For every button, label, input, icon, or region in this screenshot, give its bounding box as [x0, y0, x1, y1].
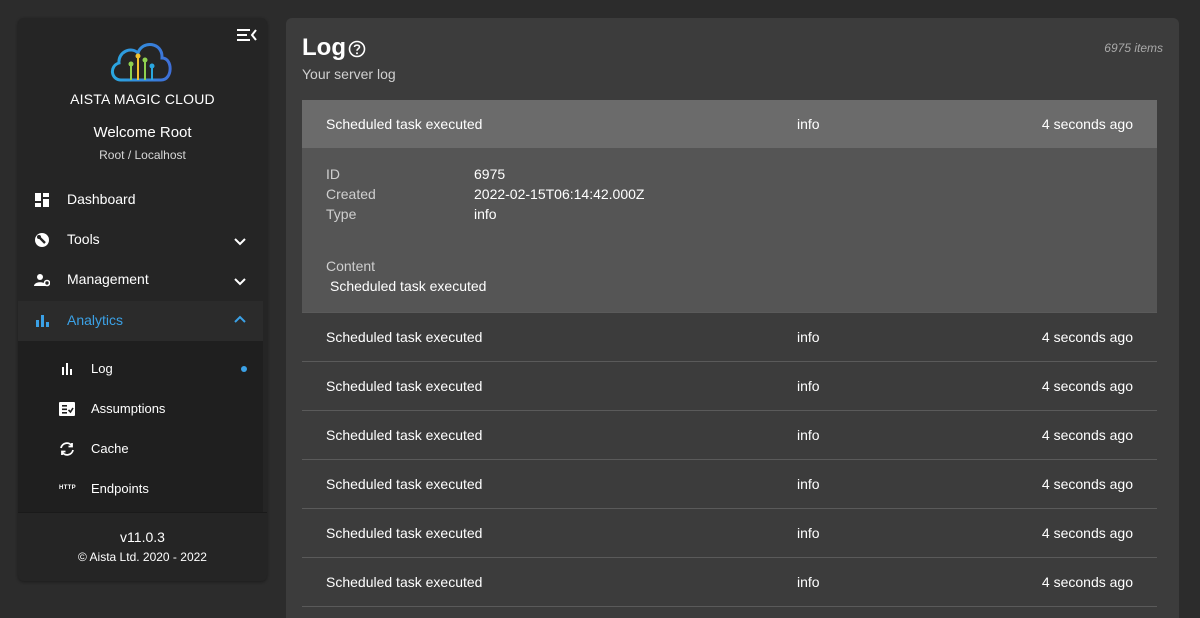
log-list: Scheduled task executed info 4 seconds a…: [302, 100, 1157, 618]
sidebar-item-label: Endpoints: [91, 481, 149, 496]
log-message: Scheduled task executed: [326, 427, 483, 443]
sidebar-item-management[interactable]: Management: [18, 260, 263, 300]
log-time: 4 seconds ago: [1041, 378, 1133, 394]
sidebar: AISTA MAGIC CLOUD Welcome Root Root / Lo…: [18, 18, 267, 581]
help-icon[interactable]: [348, 40, 366, 58]
item-count: 6975 items: [1104, 41, 1163, 55]
log-message: Scheduled task executed: [326, 525, 483, 541]
log-details: ID 6975 Created 2022-02-15T06:14:42.000Z…: [302, 148, 1157, 313]
tools-icon: [34, 232, 50, 248]
log-type: info: [797, 525, 820, 541]
user-context: Root / Localhost: [99, 148, 186, 162]
log-row-expanded[interactable]: Scheduled task executed info 4 seconds a…: [302, 100, 1157, 148]
sidebar-item-analytics[interactable]: Analytics: [18, 301, 263, 341]
dashboard-icon: [34, 192, 50, 208]
sidebar-item-label: Analytics: [67, 312, 124, 328]
table-row[interactable]: Scheduled task executed info 4 seconds a…: [302, 411, 1157, 460]
log-message: Scheduled task executed: [326, 476, 483, 492]
table-row[interactable]: Scheduled task executed info 4 seconds a…: [302, 313, 1157, 362]
id-value: 6975: [474, 166, 506, 182]
log-time: 4 seconds ago: [1041, 574, 1133, 590]
main-panel: Log Your server log 6975 items Scheduled…: [286, 18, 1179, 618]
log-icon: [59, 362, 75, 376]
sidebar-item-assumptions[interactable]: Assumptions: [18, 389, 263, 429]
chevron-down-icon: [233, 274, 247, 288]
id-label: ID: [326, 166, 340, 182]
log-time: 4 seconds ago: [1041, 427, 1133, 443]
log-message: Scheduled task executed: [326, 574, 483, 590]
content-value: Scheduled task executed: [330, 278, 487, 294]
brand-name: AISTA MAGIC CLOUD: [70, 91, 215, 107]
current-indicator-dot: [241, 366, 247, 372]
management-icon: [34, 272, 51, 288]
analytics-icon: [34, 313, 50, 329]
log-message: Scheduled task executed: [326, 378, 483, 394]
table-row[interactable]: Scheduled task executed info 4 seconds a…: [302, 509, 1157, 558]
sidebar-item-label: Tools: [67, 231, 100, 247]
http-icon: HTTP: [59, 485, 76, 491]
sidebar-item-cache[interactable]: Cache: [18, 429, 263, 469]
log-type: info: [797, 476, 820, 492]
page-subtitle: Your server log: [302, 66, 396, 82]
footer-divider: [18, 512, 267, 513]
log-time: 4 seconds ago: [1041, 329, 1133, 345]
sidebar-item-label: Log: [91, 361, 113, 376]
log-type: info: [797, 427, 820, 443]
table-row[interactable]: Scheduled task executed info 4 seconds a…: [302, 362, 1157, 411]
chevron-down-icon: [233, 234, 247, 248]
analytics-submenu: Log Assumptions Cache HTTP Endpoints: [18, 341, 263, 512]
version-text: v11.0.3: [120, 529, 165, 545]
log-time: 4 seconds ago: [1041, 525, 1133, 541]
sidebar-item-log[interactable]: Log: [18, 349, 263, 389]
created-label: Created: [326, 186, 376, 202]
log-type: info: [797, 116, 820, 132]
log-type: info: [797, 378, 820, 394]
table-row[interactable]: Scheduled task executed info 4 seconds a…: [302, 460, 1157, 509]
log-time: 4 seconds ago: [1041, 476, 1133, 492]
log-type: info: [797, 329, 820, 345]
chevron-up-icon: [233, 313, 247, 327]
welcome-text: Welcome Root: [93, 124, 192, 141]
sidebar-item-label: Cache: [91, 441, 129, 456]
log-message: Scheduled task executed: [326, 329, 483, 345]
type-value: info: [474, 206, 497, 222]
assumptions-icon: [59, 402, 75, 416]
copyright-text: © Aista Ltd. 2020 - 2022: [78, 550, 207, 564]
log-type: info: [797, 574, 820, 590]
content-label: Content: [326, 258, 376, 274]
sidebar-item-dashboard[interactable]: Dashboard: [18, 180, 263, 220]
log-time: 4 seconds ago: [1041, 116, 1133, 132]
type-label: Type: [326, 206, 357, 222]
created-value: 2022-02-15T06:14:42.000Z: [474, 186, 645, 202]
sidebar-item-tools[interactable]: Tools: [18, 220, 263, 260]
sidebar-item-endpoints[interactable]: HTTP Endpoints: [18, 469, 263, 509]
sidebar-item-label: Dashboard: [67, 191, 136, 207]
log-message: Scheduled task executed: [326, 116, 483, 132]
sidebar-item-label: Management: [67, 271, 149, 287]
page-title: Log: [302, 34, 346, 61]
cloud-logo-icon: [107, 36, 175, 84]
cache-icon: [59, 442, 75, 456]
collapse-sidebar-icon[interactable]: [237, 27, 257, 43]
sidebar-item-label: Assumptions: [91, 401, 166, 416]
